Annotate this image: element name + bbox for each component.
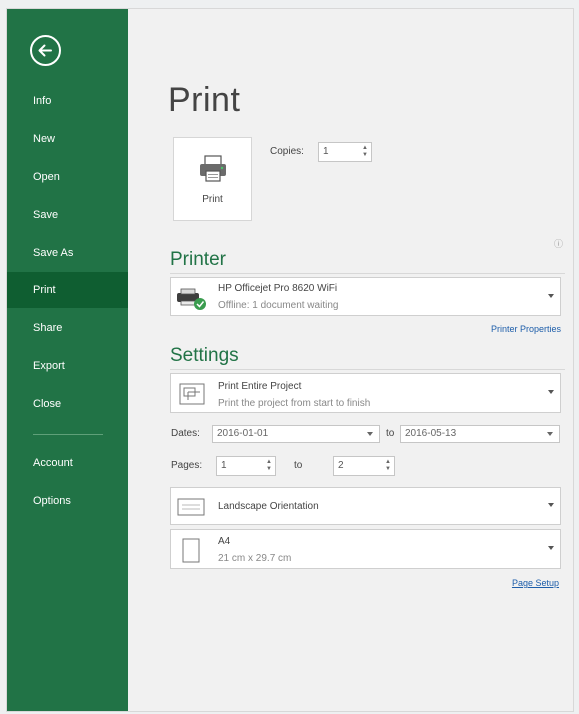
printer-properties-link[interactable]: Printer Properties [491, 324, 561, 334]
dates-to-label: to [386, 428, 395, 439]
pages-label: Pages: [171, 460, 203, 471]
nav-account[interactable]: Account [7, 445, 128, 481]
page-to-stepper[interactable]: 2 ▲ ▼ [333, 456, 395, 476]
page-from-stepper[interactable]: 1 ▲ ▼ [216, 456, 276, 476]
spin-arrows-icon[interactable]: ▲ ▼ [266, 459, 272, 473]
print-range-desc: Print the project from start to finish [218, 398, 371, 409]
printer-icon [200, 155, 226, 182]
chevron-down-icon [548, 293, 554, 298]
printer-heading: Printer [170, 249, 226, 270]
nav-open[interactable]: Open [7, 159, 128, 195]
landscape-page-icon [177, 498, 205, 516]
printer-status: Offline: 1 document waiting [218, 300, 339, 311]
pages-to-label: to [294, 460, 303, 471]
paper-size-name: A4 [218, 536, 231, 547]
backstage-window: Info New Open Save Save As Print Share E… [6, 8, 574, 712]
chevron-down-icon [548, 503, 554, 507]
spin-arrows-icon[interactable]: ▲ ▼ [385, 459, 391, 473]
nav-share[interactable]: Share [7, 310, 128, 346]
copies-value: 1 [323, 146, 329, 157]
date-to-field[interactable]: 2016-05-13 [400, 425, 560, 443]
nav-save[interactable]: Save [7, 197, 128, 233]
print-range-title: Print Entire Project [218, 381, 302, 392]
copies-label: Copies: [270, 146, 304, 157]
page-to-value: 2 [338, 460, 344, 471]
page-setup-link[interactable]: Page Setup [512, 578, 559, 588]
copies-stepper[interactable]: 1 ▲ ▼ [318, 142, 372, 162]
paper-size-dims: 21 cm x 29.7 cm [218, 553, 292, 564]
print-button-label: Print [202, 194, 223, 205]
nav-new[interactable]: New [7, 121, 128, 157]
orientation-value: Landscape Orientation [218, 501, 319, 512]
chevron-down-icon [367, 432, 373, 436]
printer-divider [170, 273, 565, 274]
print-range-select[interactable]: Print Entire Project Print the project f… [170, 373, 561, 413]
nav-close[interactable]: Close [7, 386, 128, 422]
backstage-sidebar: Info New Open Save Save As Print Share E… [7, 9, 128, 711]
nav-print[interactable]: Print [7, 272, 128, 308]
page-from-value: 1 [221, 460, 227, 471]
nav-options[interactable]: Options [7, 483, 128, 519]
printer-status-icon [177, 288, 206, 310]
date-from-value: 2016-01-01 [217, 428, 269, 439]
date-from-field[interactable]: 2016-01-01 [212, 425, 380, 443]
orientation-select[interactable]: Landscape Orientation [170, 487, 561, 525]
chevron-down-icon [548, 546, 554, 550]
dates-label: Dates: [171, 428, 200, 439]
chevron-down-icon [548, 390, 554, 394]
nav-info[interactable]: Info [7, 83, 128, 119]
spin-arrows-icon[interactable]: ▲ ▼ [362, 145, 368, 159]
printer-select[interactable]: HP Officejet Pro 8620 WiFi Offline: 1 do… [170, 277, 561, 316]
print-button[interactable]: Print [173, 137, 252, 221]
page-title: Print [168, 81, 241, 119]
paper-size-select[interactable]: A4 21 cm x 29.7 cm [170, 529, 561, 569]
nav-export[interactable]: Export [7, 348, 128, 384]
nav-save-as[interactable]: Save As [7, 235, 128, 271]
portrait-page-icon [182, 538, 200, 563]
printer-name: HP Officejet Pro 8620 WiFi [218, 283, 338, 294]
chevron-down-icon [547, 432, 553, 436]
print-pane: Print Print Copies: 1 ▲ ▼ Printer ⓘ HP O… [128, 9, 573, 711]
print-range-icon [179, 383, 205, 405]
nav-separator [33, 434, 103, 435]
date-to-value: 2016-05-13 [405, 428, 457, 439]
settings-divider [170, 369, 565, 370]
back-button[interactable] [30, 35, 61, 66]
settings-heading: Settings [170, 345, 239, 366]
info-icon[interactable]: ⓘ [554, 237, 563, 250]
back-arrow-icon [38, 44, 52, 57]
